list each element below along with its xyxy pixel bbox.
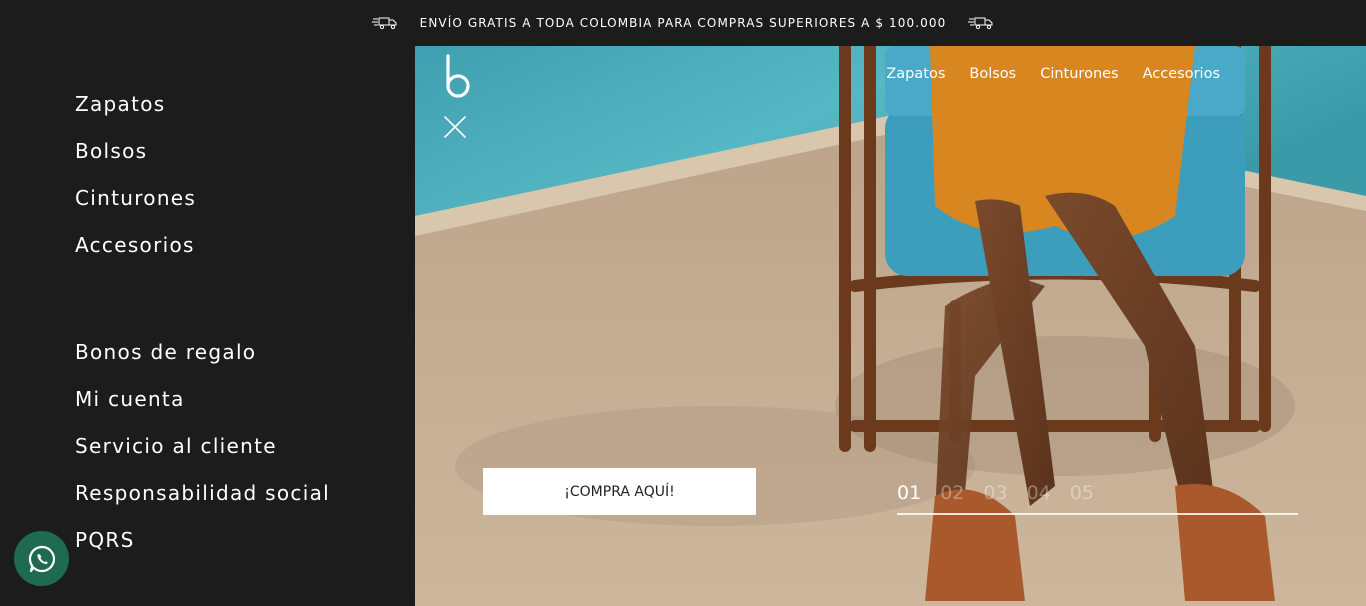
slide-indicator-1[interactable]: 01 — [897, 482, 921, 504]
header-nav: Zapatos Bolsos Cinturones Accesorios — [886, 66, 1220, 82]
sidebar-item-pqrs[interactable]: PQRS — [75, 528, 135, 552]
sidebar-item-zapatos[interactable]: Zapatos — [75, 92, 166, 116]
whatsapp-button[interactable] — [14, 531, 69, 586]
announcement-bar: ENVÍO GRATIS A TODA COLOMBIA PARA COMPRA… — [0, 0, 1366, 46]
sidebar-item-bolsos[interactable]: Bolsos — [75, 139, 147, 163]
sidebar-item-bonos-de-regalo[interactable]: Bonos de regalo — [75, 340, 256, 364]
sidebar-item-responsabilidad-social[interactable]: Responsabilidad social — [75, 481, 330, 505]
truck-icon — [968, 17, 993, 30]
nav-item-accesorios[interactable]: Accesorios — [1143, 66, 1220, 82]
hero-photo — [415, 46, 1366, 606]
sidebar-menu: Zapatos Bolsos Cinturones Accesorios Bon… — [0, 46, 415, 606]
slide-progress-line — [897, 513, 1298, 515]
sidebar-item-accesorios[interactable]: Accesorios — [75, 233, 195, 257]
hero-banner — [415, 46, 1366, 606]
announcement-text: ENVÍO GRATIS A TODA COLOMBIA PARA COMPRA… — [419, 16, 947, 30]
sidebar-item-cinturones[interactable]: Cinturones — [75, 186, 196, 210]
nav-item-cinturones[interactable]: Cinturones — [1040, 66, 1118, 82]
sidebar-item-mi-cuenta[interactable]: Mi cuenta — [75, 387, 185, 411]
nav-item-bolsos[interactable]: Bolsos — [969, 66, 1016, 82]
slide-pager: 01 02 03 04 05 — [897, 482, 1298, 515]
slide-indicator-4[interactable]: 04 — [1027, 482, 1051, 504]
truck-icon — [371, 17, 397, 30]
whatsapp-icon — [28, 545, 55, 572]
close-icon[interactable] — [443, 115, 467, 139]
sidebar-item-servicio-al-cliente[interactable]: Servicio al cliente — [75, 434, 277, 458]
shop-now-button[interactable]: ¡COMPRA AQUÍ! — [483, 468, 756, 515]
slide-indicator-3[interactable]: 03 — [983, 482, 1007, 504]
b-logo-icon[interactable] — [443, 54, 473, 100]
slide-indicator-5[interactable]: 05 — [1070, 482, 1094, 504]
nav-item-zapatos[interactable]: Zapatos — [886, 66, 945, 82]
slide-indicator-2[interactable]: 02 — [940, 482, 964, 504]
